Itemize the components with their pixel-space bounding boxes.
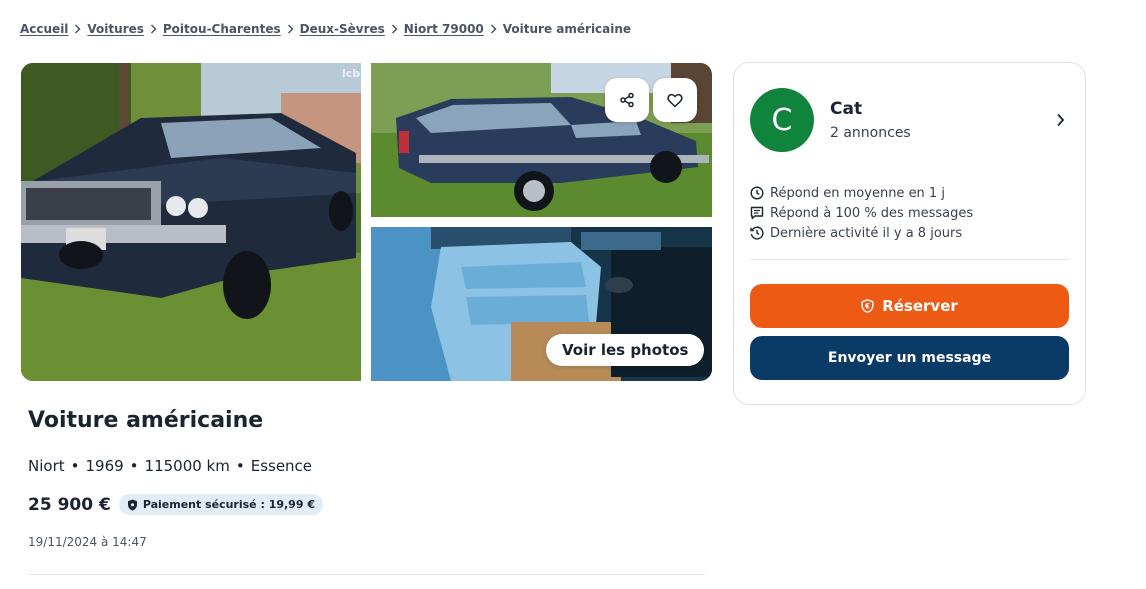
breadcrumb-home[interactable]: Accueil	[20, 22, 68, 36]
chevron-right-icon	[150, 24, 157, 34]
history-icon	[750, 226, 764, 240]
seller-info: Cat 2 annonces	[830, 99, 1050, 141]
breadcrumb-department[interactable]: Deux-Sèvres	[300, 22, 385, 36]
stat-label: Répond en moyenne en 1 j	[770, 185, 945, 201]
main-photo[interactable]: lcb	[21, 63, 361, 381]
chevron-right-icon	[74, 24, 81, 34]
seller-profile-link[interactable]: C Cat 2 annonces	[750, 87, 1070, 153]
reserve-button[interactable]: Réserver	[750, 284, 1069, 328]
divider	[750, 259, 1070, 260]
share-icon	[619, 92, 635, 108]
ad-location: Niort	[28, 457, 65, 475]
send-message-button[interactable]: Envoyer un message	[750, 336, 1069, 380]
ad-date: 19/11/2024 à 14:47	[28, 535, 147, 549]
breadcrumb-region[interactable]: Poitou-Charentes	[163, 22, 281, 36]
see-photos-button[interactable]: Voir les photos	[546, 334, 705, 366]
seller-card: C Cat 2 annonces Répond en moyenne en 1 …	[733, 62, 1086, 405]
stat-response-rate: Répond à 100 % des messages	[750, 203, 973, 223]
price-row: 25 900 € Paiement sécurisé : 19,99 €	[28, 494, 323, 515]
separator-dot: •	[235, 457, 245, 475]
euro-shield-icon	[861, 299, 874, 313]
reserve-label: Réserver	[882, 297, 958, 315]
clock-icon	[750, 186, 764, 200]
stat-label: Dernière activité il y a 8 jours	[770, 225, 963, 241]
divider	[28, 574, 705, 575]
ad-fuel: Essence	[250, 457, 313, 475]
watermark: lcb	[342, 67, 361, 80]
message-icon	[750, 206, 764, 220]
ad-price: 25 900 €	[28, 494, 111, 515]
stat-last-activity: Dernière activité il y a 8 jours	[750, 223, 973, 243]
seller-stats: Répond en moyenne en 1 j Répond à 100 % …	[750, 183, 973, 243]
breadcrumb-current: Voiture américaine	[502, 22, 632, 36]
breadcrumb: Accueil Voitures Poitou-Charentes Deux-S…	[20, 22, 631, 36]
share-button[interactable]	[605, 78, 649, 122]
seller-ads-count: 2 annonces	[830, 125, 911, 141]
chevron-right-icon	[287, 24, 294, 34]
ad-attributes: Niort • 1969 • 115000 km • Essence	[28, 457, 312, 475]
ad-year: 1969	[85, 457, 124, 475]
secure-payment-badge[interactable]: Paiement sécurisé : 19,99 €	[118, 494, 323, 515]
ad-mileage: 115000 km	[144, 457, 230, 475]
stat-label: Répond à 100 % des messages	[770, 205, 974, 221]
seller-name: Cat	[830, 99, 863, 119]
stat-response-time: Répond en moyenne en 1 j	[750, 183, 973, 203]
shield-icon	[127, 499, 138, 511]
separator-dot: •	[129, 457, 139, 475]
favorite-button[interactable]	[653, 78, 697, 122]
breadcrumb-voitures[interactable]: Voitures	[87, 22, 143, 36]
chevron-right-icon	[1050, 113, 1070, 127]
breadcrumb-city[interactable]: Niort 79000	[404, 22, 484, 36]
heart-icon	[667, 93, 683, 108]
avatar: C	[750, 88, 814, 152]
separator-dot: •	[70, 457, 80, 475]
secure-payment-label: Paiement sécurisé : 19,99 €	[142, 498, 315, 511]
chevron-right-icon	[391, 24, 398, 34]
photo-gallery: lcb Voir les photos	[21, 63, 712, 381]
chevron-right-icon	[490, 24, 497, 34]
ad-title: Voiture américaine	[28, 408, 264, 433]
